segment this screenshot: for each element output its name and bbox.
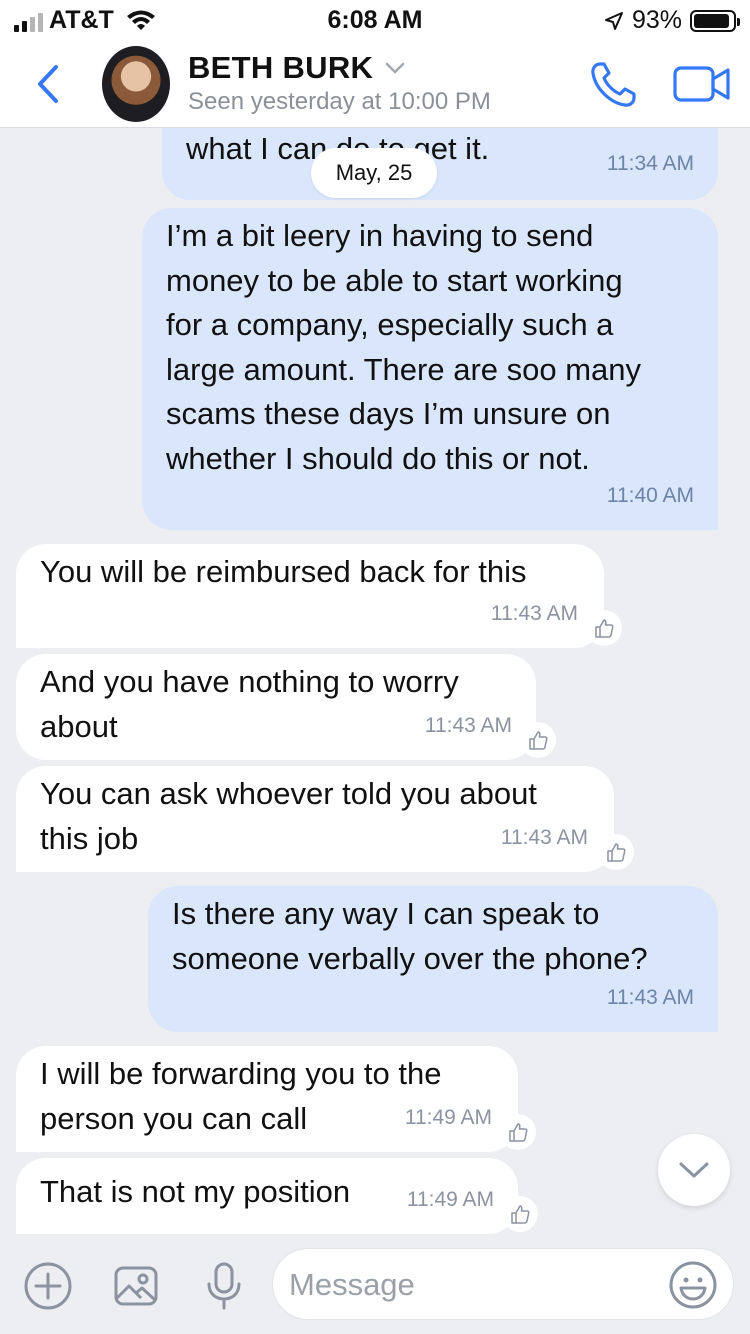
message-bubble-incoming[interactable]: You can ask whoever told you about this … xyxy=(16,766,614,872)
message-list[interactable]: that exact amount but let me see what I … xyxy=(0,128,750,1238)
call-button[interactable] xyxy=(586,58,640,112)
add-attachment-button[interactable] xyxy=(22,1260,74,1312)
last-seen-status: Seen yesterday at 10:00 PM xyxy=(188,88,491,115)
thumbs-up-icon xyxy=(509,1123,528,1142)
chat-header: BETH BURK Seen yesterday at 10:00 PM xyxy=(0,40,750,128)
video-call-button[interactable] xyxy=(672,62,732,106)
date-chip: May, 25 xyxy=(311,148,437,198)
message-bubble-outgoing[interactable]: that exact amount but let me see what I … xyxy=(162,128,718,200)
chevron-down-icon xyxy=(386,62,405,74)
battery-icon xyxy=(690,9,740,32)
emoji-button[interactable] xyxy=(667,1259,719,1311)
like-button[interactable] xyxy=(520,722,556,758)
chevron-down-icon xyxy=(679,1162,709,1178)
status-right: 93% xyxy=(604,6,740,35)
thumbs-up-icon xyxy=(607,843,626,862)
message-time: 11:34 AM xyxy=(606,151,694,175)
message-bubble-incoming[interactable]: You will be reimbursed back for this 11:… xyxy=(16,544,604,648)
message-text: I’m a bit leery in having to send money … xyxy=(166,218,642,476)
contact-name: BETH BURK xyxy=(188,50,374,85)
message-text: You will be reimbursed back for this xyxy=(40,554,527,589)
thumbs-up-icon xyxy=(595,619,614,638)
message-text: I will be forwarding you to the person y… xyxy=(40,1056,442,1136)
composer-bar xyxy=(0,1238,750,1334)
status-bar: AT&T 6:08 AM 93% xyxy=(0,0,750,40)
microphone-icon xyxy=(207,1262,241,1310)
gallery-button[interactable] xyxy=(110,1260,162,1312)
contact-name-button[interactable]: BETH BURK xyxy=(188,50,405,86)
message-time: 11:40 AM xyxy=(606,483,694,507)
message-text: Is there any way I can speak to someone … xyxy=(172,896,648,976)
voice-message-button[interactable] xyxy=(198,1260,250,1312)
location-arrow-icon xyxy=(604,11,623,30)
message-text: And you have nothing to worry about xyxy=(40,664,459,744)
like-button[interactable] xyxy=(502,1196,538,1232)
message-time: 11:49 AM xyxy=(406,1187,494,1211)
message-text: You can ask whoever told you about this … xyxy=(40,776,537,856)
back-button[interactable] xyxy=(28,62,68,106)
scroll-to-bottom-button[interactable] xyxy=(658,1134,730,1206)
message-input[interactable] xyxy=(289,1261,659,1309)
message-bubble-incoming[interactable]: And you have nothing to worry about 11:4… xyxy=(16,654,536,760)
thumbs-up-icon xyxy=(529,731,548,750)
smiley-icon xyxy=(669,1261,717,1309)
video-camera-icon xyxy=(673,66,730,102)
message-time: 11:43 AM xyxy=(500,825,588,849)
battery-percent: 93% xyxy=(631,6,682,34)
phone-icon xyxy=(591,62,636,107)
thumbs-up-icon xyxy=(511,1205,530,1224)
message-text: That is not my position xyxy=(40,1174,351,1209)
message-time: 11:49 AM xyxy=(404,1105,492,1129)
message-input-container xyxy=(272,1248,734,1320)
message-time: 11:43 AM xyxy=(606,985,694,1009)
message-time: 11:43 AM xyxy=(424,713,512,737)
plus-circle-icon xyxy=(24,1262,72,1310)
like-button[interactable] xyxy=(586,610,622,646)
like-button[interactable] xyxy=(500,1114,536,1150)
image-icon xyxy=(114,1266,158,1306)
like-button[interactable] xyxy=(598,834,634,870)
message-bubble-outgoing[interactable]: Is there any way I can speak to someone … xyxy=(148,886,718,1032)
message-bubble-incoming[interactable]: That is not my position 11:49 AM xyxy=(16,1158,518,1234)
chevron-left-icon xyxy=(38,65,58,103)
avatar[interactable] xyxy=(102,46,170,122)
message-bubble-outgoing[interactable]: I’m a bit leery in having to send money … xyxy=(142,208,718,530)
message-bubble-incoming[interactable]: I will be forwarding you to the person y… xyxy=(16,1046,518,1152)
message-time: 11:43 AM xyxy=(490,601,578,625)
